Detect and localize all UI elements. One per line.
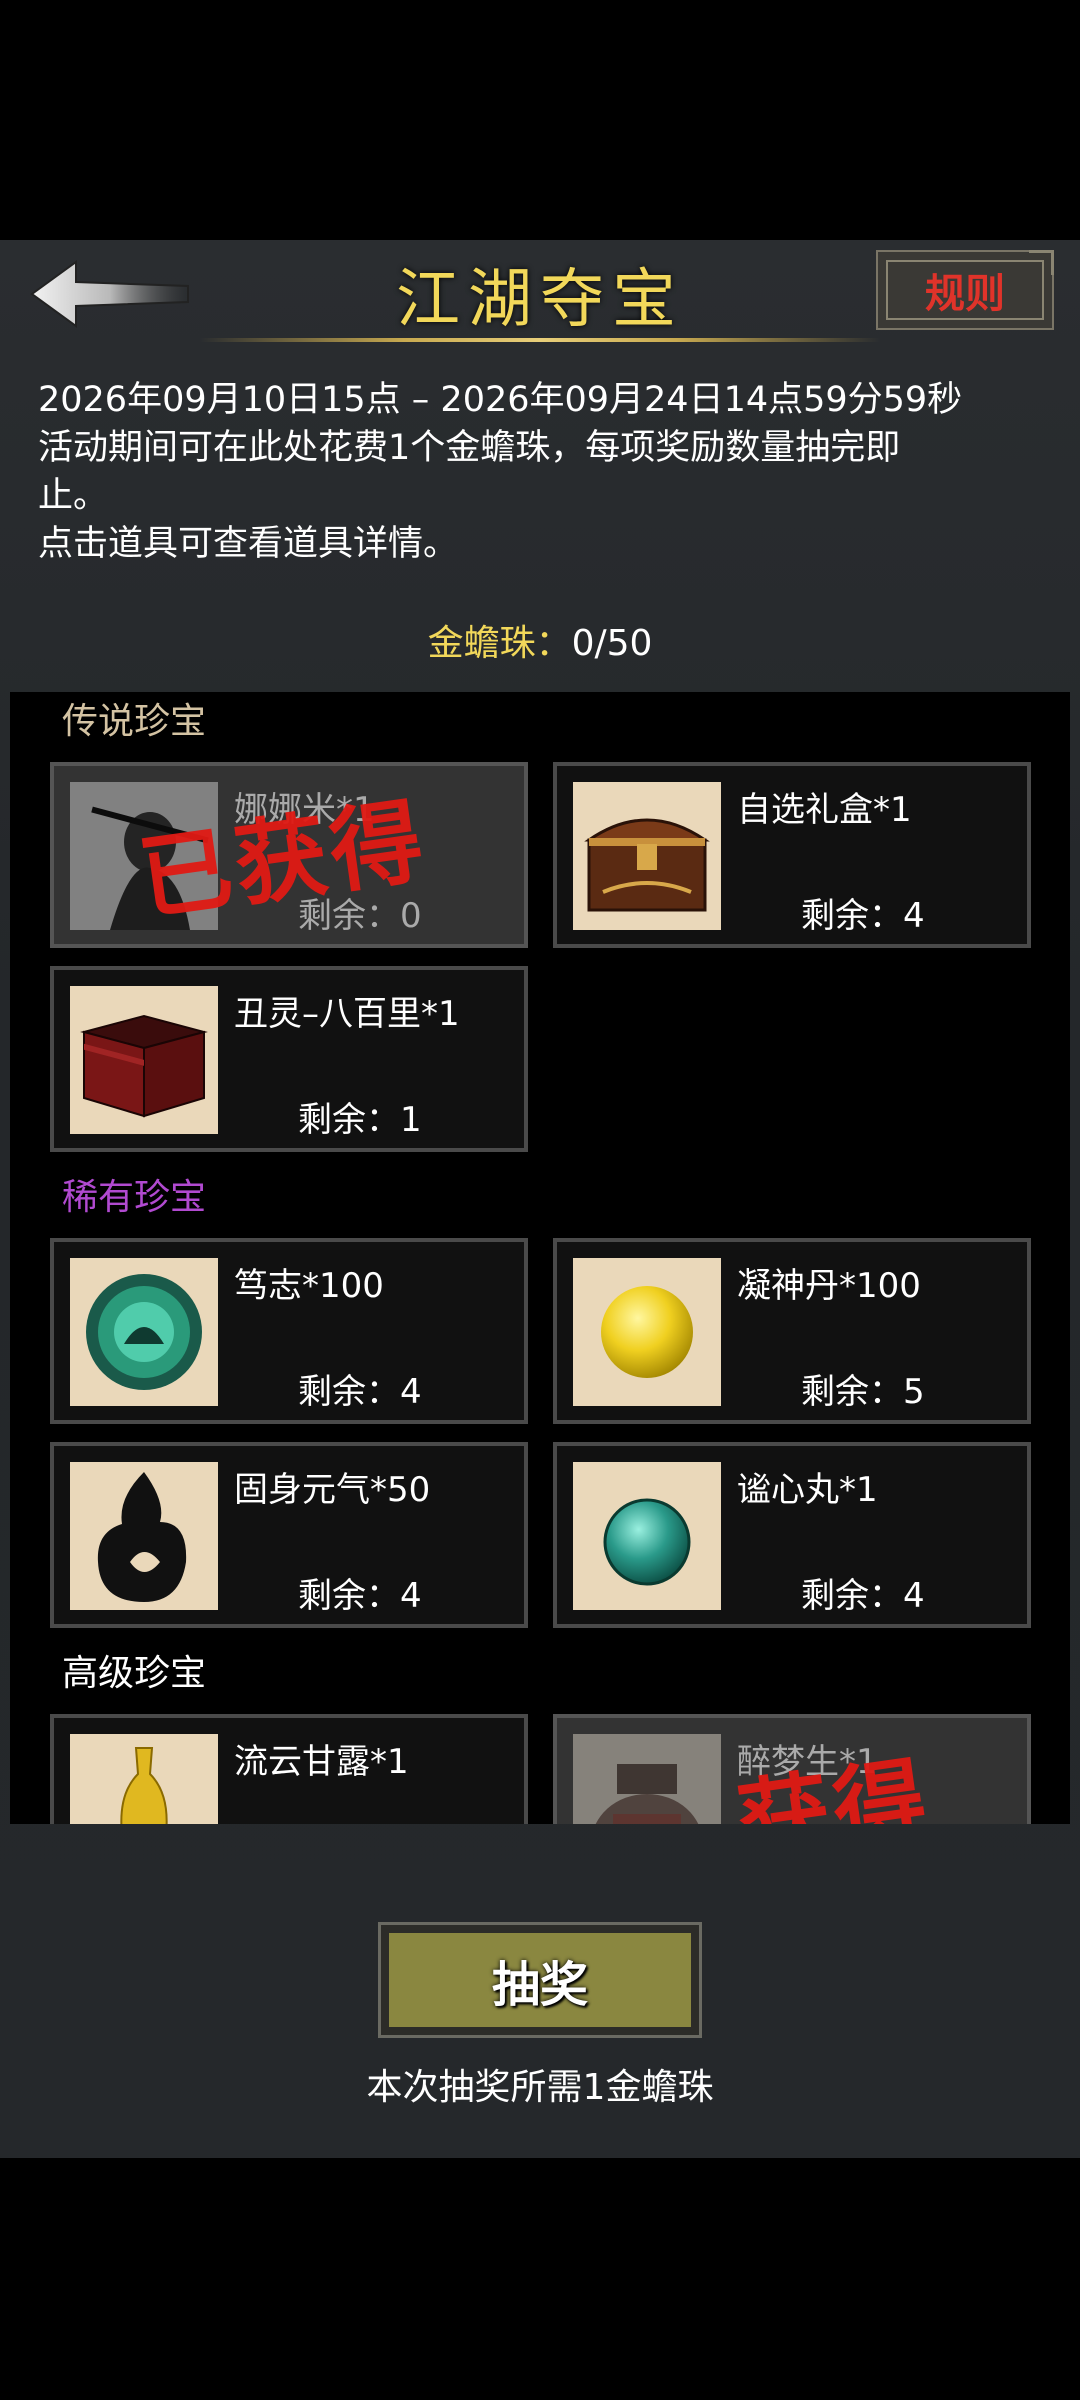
prize-card[interactable]: 醉梦生*1 获得: [553, 1714, 1031, 1824]
currency-counter: 金蟾珠：0/50: [0, 614, 1080, 666]
prize-name: 丑灵–八百里*1: [234, 994, 460, 1034]
prize-remaining: 剩余：4: [801, 896, 925, 936]
prize-remaining: 剩余：4: [298, 1372, 422, 1412]
prize-name: 固身元气*50: [234, 1470, 431, 1510]
wine-jar-icon: [573, 1734, 721, 1824]
prize-card[interactable]: 笃志*100 剩余：4: [50, 1238, 528, 1424]
prize-name: 笃志*100: [234, 1266, 384, 1306]
prize-name: 凝神丹*100: [737, 1266, 921, 1306]
draw-button[interactable]: 抽奖: [378, 1922, 702, 2038]
prize-name: 流云甘露*1: [234, 1742, 409, 1782]
section-title-legend: 传说珍宝: [62, 701, 207, 742]
currency-value: 0/50: [571, 623, 653, 664]
section-title-rare: 稀有珍宝: [62, 1177, 207, 1218]
prize-name: 谧心丸*1: [737, 1470, 878, 1510]
date-range: 2026年09月10日15点 – 2026年09月24日14点59分59秒: [38, 380, 963, 420]
gold-pill-icon: [573, 1258, 721, 1406]
rules-label: 规则: [886, 260, 1044, 320]
draw-cost-note: 本次抽奖所需1金蟾珠: [366, 2067, 714, 2108]
teal-pill-icon: [573, 1462, 721, 1610]
section-title-advanced: 高级珍宝: [62, 1653, 207, 1694]
prize-card[interactable]: 娜娜米*1 剩余：0 已获得: [50, 762, 528, 948]
tip-text: 点击道具可查看道具详情。: [38, 524, 459, 564]
prize-card[interactable]: 固身元气*50 剩余：4: [50, 1442, 528, 1628]
rules-button[interactable]: 规则: [876, 250, 1054, 330]
red-box-icon: [70, 986, 218, 1134]
currency-label: 金蟾珠：: [427, 623, 572, 664]
desc-line: 止。: [38, 476, 109, 516]
prize-remaining: 剩余：4: [801, 1576, 925, 1616]
black-flame-icon: [70, 1462, 218, 1610]
prize-card[interactable]: 凝神丹*100 剩余：5: [553, 1238, 1031, 1424]
jade-orb-icon: [70, 1258, 218, 1406]
draw-button-label: 抽奖: [389, 1933, 691, 2027]
activity-info: 2026年09月10日15点 – 2026年09月24日14点59分59秒 活动…: [38, 376, 1048, 568]
prize-card[interactable]: 自选礼盒*1 剩余：4: [553, 762, 1031, 948]
prize-card[interactable]: 丑灵–八百里*1 剩余：1: [50, 966, 528, 1152]
prize-remaining: 剩余：4: [298, 1576, 422, 1616]
prize-remaining: 剩余：1: [298, 1100, 422, 1140]
prize-list[interactable]: 传说珍宝 娜娜米*1 剩余：0 已获得 自选礼盒*1 剩余：4 丑灵–八百里*1…: [10, 692, 1070, 1824]
prize-card[interactable]: 流云甘露*1: [50, 1714, 528, 1824]
prize-remaining: 剩余：5: [801, 1372, 925, 1412]
title-underline: [200, 338, 880, 342]
desc-line: 活动期间可在此处花费1个金蟾珠，每项奖励数量抽完即: [38, 428, 901, 468]
prize-name: 自选礼盒*1: [737, 790, 912, 830]
corner-ornament: [1029, 250, 1054, 275]
prize-card[interactable]: 谧心丸*1 剩余：4: [553, 1442, 1031, 1628]
treasure-chest-icon: [573, 782, 721, 930]
gold-bottle-icon: [70, 1734, 218, 1824]
